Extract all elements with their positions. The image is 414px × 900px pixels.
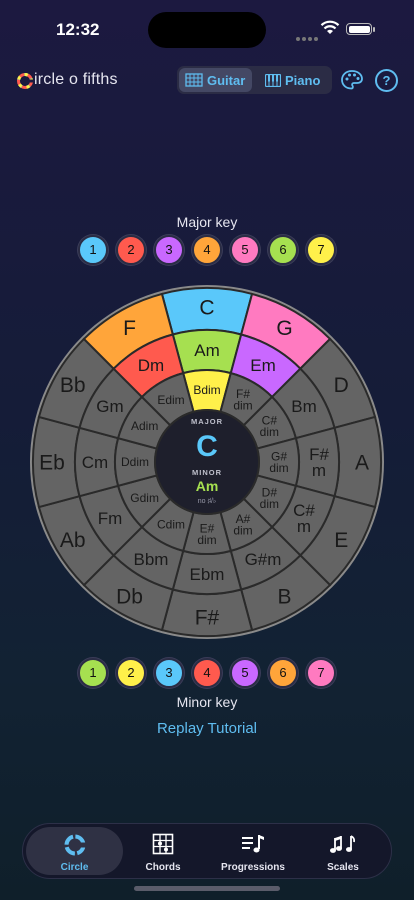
minor-key-label: G#m — [245, 550, 282, 569]
replay-tutorial-link[interactable]: Replay Tutorial — [0, 720, 414, 737]
tab-scales-label: Scales — [327, 862, 359, 873]
question-icon: ? — [382, 73, 391, 88]
minor-degree-4[interactable]: 4 — [192, 658, 222, 688]
dim-chord-label: A# dim — [233, 512, 252, 537]
minor-key-label: Bm — [291, 397, 317, 416]
chord-grid-icon — [152, 833, 174, 855]
music-notes-icon — [330, 835, 356, 853]
major-degree-6[interactable]: 6 — [268, 235, 298, 265]
dim-chord-label: D# dim — [260, 486, 279, 511]
dim-chord-label: Ddim — [121, 455, 149, 469]
tab-circle[interactable]: Circle — [26, 827, 123, 875]
major-key-label: C — [199, 296, 214, 319]
minor-degree-7[interactable]: 7 — [306, 658, 336, 688]
circle-of-fifths-wheel: CAmBdimGEmF# dimDBmC# dimAF# mG# dimEC# mD# di… — [30, 285, 384, 639]
status-time: 12:32 — [56, 20, 100, 39]
minor-key-label: Am — [194, 341, 220, 360]
tab-scales[interactable]: Scales — [301, 827, 385, 875]
status-bar: 12:32 — [0, 0, 414, 56]
instrument-toggle: Guitar Piano — [177, 66, 332, 94]
tab-circle-label: Circle — [60, 862, 89, 873]
minor-key-label: Ebm — [190, 565, 225, 584]
minor-degree-2[interactable]: 2 — [116, 658, 146, 688]
tab-progressions-label: Progressions — [221, 862, 285, 873]
home-indicator — [134, 886, 280, 891]
center-minor-label: MINOR — [192, 468, 222, 477]
dim-chord-label: F# dim — [233, 387, 252, 412]
minor-key-label: Cm — [82, 453, 108, 472]
minor-degree-3[interactable]: 3 — [154, 658, 184, 688]
palette-icon[interactable] — [340, 69, 364, 91]
dim-chord-label: Bdim — [193, 383, 220, 397]
minor-degree-5[interactable]: 5 — [230, 658, 260, 688]
help-button[interactable]: ? — [375, 69, 398, 92]
major-key-label: F — [123, 317, 136, 340]
major-key-label: Bb — [60, 374, 86, 397]
major-degree-7[interactable]: 7 — [306, 235, 336, 265]
major-key-label: E — [334, 529, 348, 552]
battery-icon — [346, 23, 372, 35]
tab-progressions[interactable]: Progressions — [211, 827, 295, 875]
dim-chord-label: G# dim — [269, 450, 288, 475]
guitar-mode-label: Guitar — [207, 72, 246, 88]
guitar-fretboard-icon — [185, 73, 203, 87]
major-degree-2[interactable]: 2 — [116, 235, 146, 265]
piano-keys-icon — [265, 73, 281, 87]
music-list-icon — [242, 835, 264, 853]
major-degree-1[interactable]: 1 — [78, 235, 108, 265]
major-degree-row: 1234567 — [0, 235, 414, 265]
major-key-label: Db — [116, 586, 143, 609]
major-key-label: Eb — [39, 451, 65, 474]
major-key-label: G — [276, 317, 292, 340]
dynamic-island — [148, 12, 266, 48]
circle-icon — [64, 834, 87, 856]
signal-dots-icon — [296, 28, 320, 46]
wifi-icon — [320, 20, 340, 34]
piano-mode-button[interactable]: Piano — [259, 68, 330, 92]
major-degree-4[interactable]: 4 — [192, 235, 222, 265]
major-key-label: Ab — [60, 529, 86, 552]
major-key-label: B — [277, 586, 291, 609]
dim-chord-label: Edim — [157, 393, 184, 407]
tab-bar: Circle Chords Progressions Scales — [22, 823, 392, 879]
app-logo-icon — [17, 73, 34, 89]
center-major-label: MAJOR — [191, 417, 223, 426]
center-minor-key: Am — [196, 478, 219, 494]
major-key-label: Major key — [176, 214, 238, 230]
center-major-key: C — [196, 430, 218, 463]
minor-key-label: Em — [250, 356, 276, 375]
major-degree-3[interactable]: 3 — [154, 235, 184, 265]
tab-chords[interactable]: Chords — [121, 827, 205, 875]
dim-chord-label: C# dim — [260, 414, 279, 439]
major-key-label: A — [355, 451, 369, 474]
piano-mode-label: Piano — [285, 72, 321, 88]
minor-degree-1[interactable]: 1 — [78, 658, 108, 688]
dim-chord-label: Adim — [131, 419, 158, 433]
minor-key-label: Fm — [98, 509, 123, 528]
major-key-label: F# — [195, 606, 220, 629]
minor-degree-row: 1234567 — [0, 658, 414, 688]
dim-chord-label: E# dim — [197, 522, 216, 547]
minor-key-label: Bbm — [134, 550, 169, 569]
major-key-label: D — [334, 374, 349, 397]
minor-key-label: Gm — [96, 397, 123, 416]
major-degree-5[interactable]: 5 — [230, 235, 260, 265]
dim-chord-label: Cdim — [157, 518, 185, 532]
minor-key-label: Dm — [138, 356, 164, 375]
app-title: ircle o fifths — [34, 71, 118, 88]
dim-chord-label: Gdim — [130, 491, 159, 505]
center-accidentals: no ♯/♭ — [198, 497, 216, 505]
tab-chords-label: Chords — [145, 862, 181, 873]
minor-key-label: Minor key — [176, 694, 238, 710]
guitar-mode-button[interactable]: Guitar — [179, 68, 252, 92]
minor-degree-6[interactable]: 6 — [268, 658, 298, 688]
